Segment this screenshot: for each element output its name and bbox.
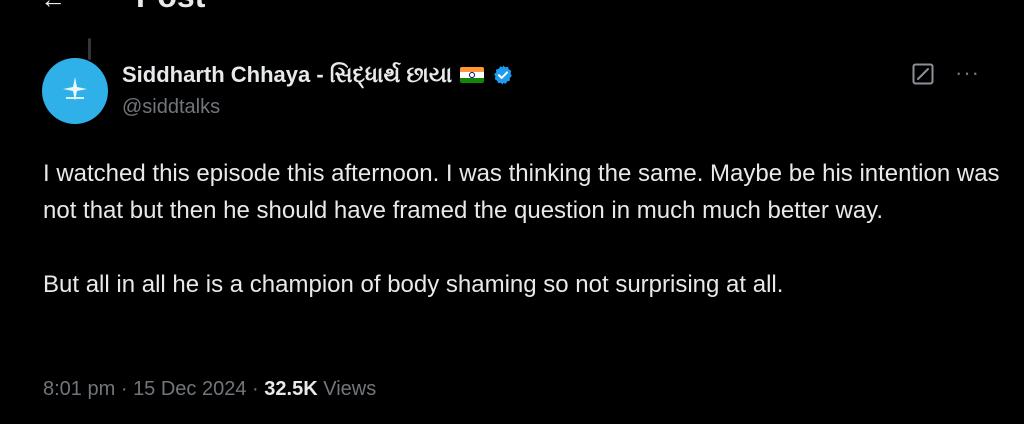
top-bar: ← Post — [0, 0, 1024, 14]
tweet-metadata: 8:01 pm · 15 Dec 2024 · 32.5K Views — [43, 378, 376, 401]
tweet-paragraph: I watched this episode this afternoon. I… — [43, 160, 1000, 224]
verified-badge-icon[interactable] — [492, 64, 514, 86]
more-options-icon[interactable]: ··· — [955, 60, 980, 86]
logo-icon — [63, 77, 87, 101]
india-flag-icon — [460, 67, 485, 83]
back-arrow-icon[interactable]: ← — [40, 0, 66, 14]
separator: · — [252, 378, 259, 400]
views-label: Views — [323, 378, 377, 400]
author-name-row: Siddharth Chhaya - સિદ્ધાર્થ છાયા — [122, 62, 514, 88]
separator: · — [120, 378, 128, 400]
edit-icon[interactable] — [912, 63, 934, 85]
page-title: Post — [136, 0, 205, 14]
author-handle[interactable]: @siddtalks — [122, 96, 220, 119]
views-count: 32.5K — [264, 378, 318, 400]
tweet-time[interactable]: 8:01 pm — [43, 378, 115, 400]
tweet-date[interactable]: 15 Dec 2024 — [133, 378, 246, 400]
tweet-paragraph: But all in all he is a champion of body … — [43, 271, 784, 298]
tweet-text: I watched this episode this afternoon. I… — [43, 155, 1003, 303]
avatar[interactable] — [42, 58, 108, 124]
thread-line — [88, 38, 91, 60]
author-display-name[interactable]: Siddharth Chhaya - સિદ્ધાર્થ છાયા — [122, 62, 452, 88]
